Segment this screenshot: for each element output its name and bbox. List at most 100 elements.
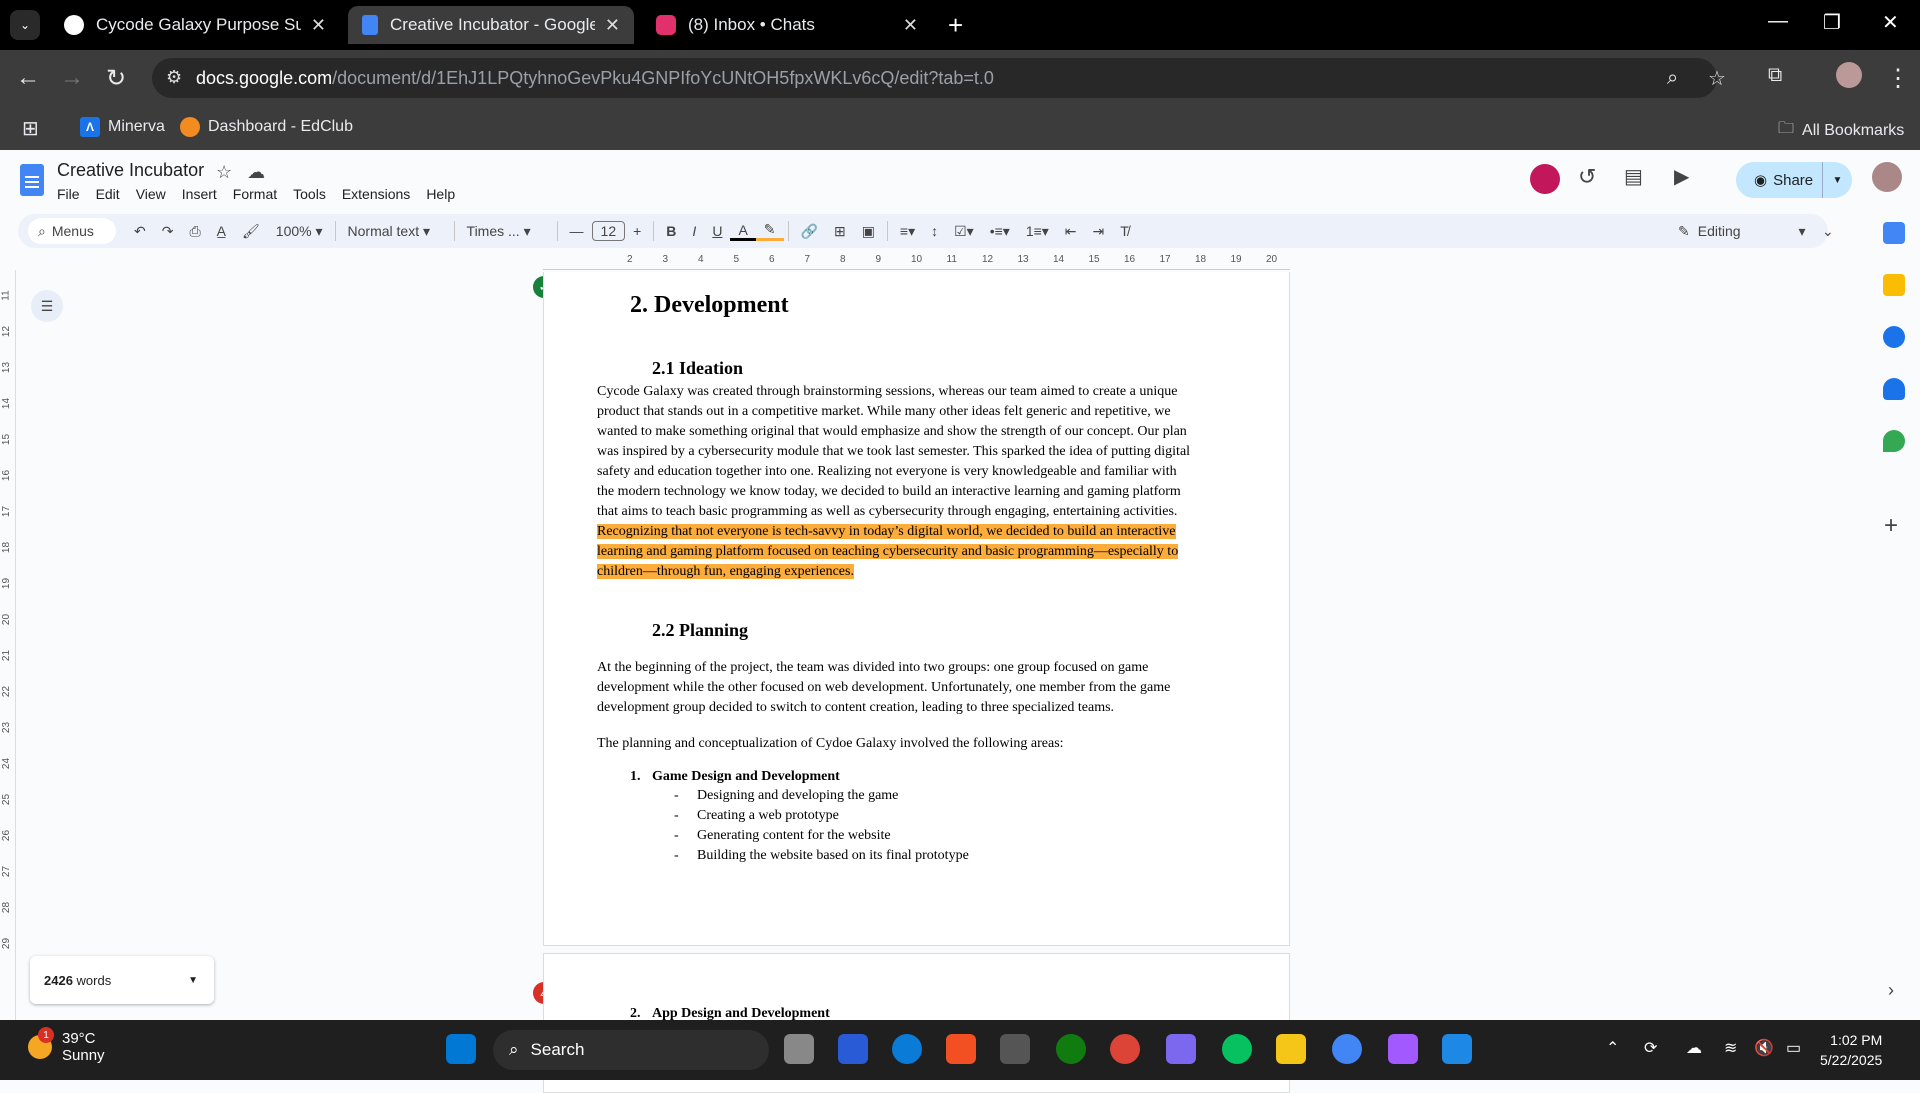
new-tab-icon[interactable]: +: [948, 10, 963, 41]
close-icon[interactable]: ✕: [311, 15, 326, 36]
tasks-icon[interactable]: [1883, 326, 1905, 348]
font-select[interactable]: Times ... ▾: [459, 223, 553, 240]
menu-format[interactable]: Format: [233, 186, 277, 202]
contacts-icon[interactable]: [1883, 378, 1905, 400]
menu-file[interactable]: File: [57, 186, 80, 202]
docs-logo-icon[interactable]: [20, 164, 44, 196]
cloud-icon[interactable]: ☁: [1686, 1038, 1702, 1058]
chevron-right-icon[interactable]: ›: [1888, 980, 1894, 1001]
decrease-font-size-icon[interactable]: —: [562, 223, 592, 239]
calendar-icon[interactable]: [1883, 222, 1905, 244]
app-icon[interactable]: [1000, 1034, 1030, 1064]
bulleted-list-icon[interactable]: •≡▾: [982, 223, 1018, 240]
tab-search-button[interactable]: ⌄: [10, 10, 40, 40]
app-icon[interactable]: [1442, 1034, 1472, 1064]
address-bar[interactable]: ⚙ docs.google.com/document/d/1EhJ1LPQtyh…: [152, 58, 1726, 98]
file-explorer-icon[interactable]: [1276, 1034, 1306, 1064]
share-button[interactable]: ◉ Share ▼: [1736, 162, 1852, 198]
undo-icon[interactable]: ↶: [126, 223, 154, 240]
link-icon[interactable]: 🔗: [793, 223, 826, 240]
keep-icon[interactable]: [1883, 274, 1905, 296]
chrome-icon[interactable]: [1110, 1034, 1140, 1064]
sync-icon[interactable]: ⟳: [1644, 1038, 1657, 1058]
apps-grid-icon[interactable]: ⊞: [22, 116, 39, 141]
meet-icon[interactable]: ▶: [1674, 164, 1689, 189]
restore-icon[interactable]: ❐: [1823, 10, 1841, 35]
cloud-status-icon[interactable]: ☁: [247, 162, 265, 182]
copilot-icon[interactable]: [1166, 1034, 1196, 1064]
vertical-ruler[interactable]: 11 12 13 14 15 16 17 18 19 20 21 22 23 24 25 26 27 28 29: [0, 270, 16, 1020]
add-comment-icon[interactable]: ⊞: [826, 223, 854, 240]
bookmark-minerva[interactable]: Λ Minerva: [80, 117, 165, 137]
wifi-icon[interactable]: ≋: [1724, 1038, 1737, 1058]
numbered-list-icon[interactable]: 1≡▾: [1018, 223, 1057, 240]
chevron-up-icon[interactable]: ⌃: [1606, 1038, 1619, 1058]
task-view-icon[interactable]: [784, 1034, 814, 1064]
volume-muted-icon[interactable]: 🔇: [1754, 1038, 1774, 1058]
close-icon[interactable]: ✕: [903, 15, 918, 36]
collaborator-avatar[interactable]: [1530, 164, 1560, 194]
font-size-input[interactable]: 12: [591, 221, 626, 241]
document-outline-icon[interactable]: ☰: [31, 290, 63, 322]
style-select[interactable]: Normal text ▾: [340, 223, 450, 240]
menu-edit[interactable]: Edit: [96, 186, 120, 202]
tab-creative-incubator[interactable]: Creative Incubator - Google Dri ✕: [348, 6, 634, 44]
system-clock[interactable]: 1:02 PM 5/22/2025: [1820, 1030, 1882, 1070]
battery-icon[interactable]: ▭: [1786, 1038, 1801, 1058]
bookmark-edclub[interactable]: Dashboard - EdClub: [180, 117, 353, 137]
paint-format-icon[interactable]: 🖌: [234, 223, 268, 240]
underline-icon[interactable]: U: [704, 223, 730, 239]
zoom-select[interactable]: 100% ▾: [268, 223, 331, 240]
bold-icon[interactable]: B: [658, 223, 684, 239]
word-count-widget[interactable]: 2426 words ▼: [30, 956, 214, 1004]
zoom-icon[interactable]: ⌕: [1667, 67, 1678, 90]
menu-view[interactable]: View: [136, 186, 166, 202]
tab-cycode-galaxy[interactable]: Cycode Galaxy Purpose Summa ✕: [50, 6, 340, 44]
star-icon[interactable]: ☆: [216, 162, 232, 182]
app-icon[interactable]: [838, 1034, 868, 1064]
all-bookmarks[interactable]: 🗀 All Bookmarks: [1778, 117, 1904, 144]
hide-menus-icon[interactable]: ⌄: [1822, 223, 1834, 240]
site-info-icon[interactable]: ⚙: [166, 67, 182, 88]
edge-icon[interactable]: [892, 1034, 922, 1064]
maps-icon[interactable]: [1883, 430, 1905, 452]
forward-icon[interactable]: →: [60, 64, 84, 92]
xbox-icon[interactable]: [1056, 1034, 1086, 1064]
wechat-icon[interactable]: [1222, 1034, 1252, 1064]
comments-icon[interactable]: ▤: [1624, 164, 1643, 189]
increase-font-size-icon[interactable]: +: [625, 223, 649, 239]
close-icon[interactable]: ✕: [605, 15, 620, 36]
highlight-color-icon[interactable]: ✎: [755, 221, 784, 241]
menus-search[interactable]: ⌕ Menus: [28, 218, 116, 244]
checklist-icon[interactable]: ☑▾: [946, 223, 982, 240]
windows-start-icon[interactable]: [446, 1034, 476, 1064]
align-icon[interactable]: ≡▾: [892, 223, 923, 240]
add-addon-icon[interactable]: +: [1884, 512, 1898, 540]
menu-help[interactable]: Help: [426, 186, 455, 202]
account-avatar[interactable]: [1872, 162, 1902, 192]
menu-extensions[interactable]: Extensions: [342, 186, 410, 202]
window-close-icon[interactable]: ✕: [1882, 10, 1899, 35]
weather-widget[interactable]: 1 39°C Sunny: [28, 1027, 105, 1064]
document-page[interactable]: 2. Development 2.1 Ideation Cycode Galax…: [543, 272, 1290, 946]
menu-insert[interactable]: Insert: [182, 186, 217, 202]
italic-icon[interactable]: I: [684, 223, 704, 239]
clear-formatting-icon[interactable]: T̸: [1112, 223, 1137, 239]
reload-icon[interactable]: ↻: [106, 64, 126, 93]
version-history-icon[interactable]: ↺: [1578, 164, 1596, 190]
profile-avatar[interactable]: [1836, 62, 1862, 88]
more-menu-icon[interactable]: ⋮: [1886, 64, 1910, 93]
star-icon[interactable]: ☆: [1708, 66, 1726, 91]
print-icon[interactable]: ⎙: [181, 223, 208, 240]
chevron-down-icon[interactable]: ▼: [1822, 162, 1852, 198]
decrease-indent-icon[interactable]: ⇤: [1057, 223, 1085, 240]
insert-image-icon[interactable]: ▣: [854, 223, 883, 240]
back-icon[interactable]: ←: [16, 64, 40, 92]
chrome-active-icon[interactable]: [1332, 1034, 1362, 1064]
figma-icon[interactable]: [1388, 1034, 1418, 1064]
minimize-icon[interactable]: —: [1768, 10, 1788, 33]
taskbar-search[interactable]: ⌕ Search: [493, 1030, 769, 1070]
line-spacing-icon[interactable]: ↕: [923, 223, 946, 239]
store-icon[interactable]: [946, 1034, 976, 1064]
tab-inbox-chats[interactable]: (8) Inbox • Chats ✕: [642, 6, 932, 44]
